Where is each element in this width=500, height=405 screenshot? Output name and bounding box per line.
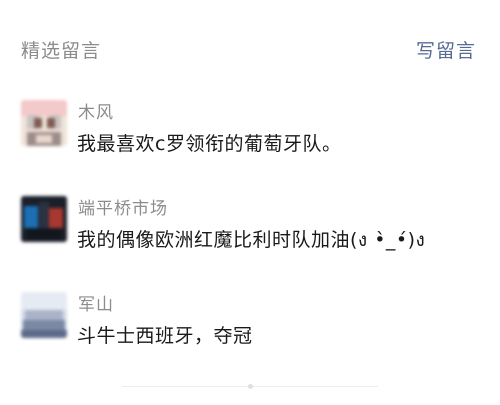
comment-item: 木风 我最喜欢c罗领衔的葡萄牙队。 [0, 100, 500, 180]
avatar[interactable] [21, 100, 67, 146]
comment-item: 军山 斗牛士西班牙，夺冠 [0, 292, 500, 372]
comment-text: 斗牛士西班牙，夺冠 [77, 325, 253, 347]
divider-dot [248, 384, 253, 389]
section-title: 精选留言 [21, 40, 102, 62]
avatar[interactable] [21, 292, 67, 338]
comment-item: 端平桥市场 我的偶像欧洲红魔比利时队加油(ง •̀_•́)ง [0, 196, 500, 276]
comment-author: 端平桥市场 [78, 199, 168, 219]
comment-text: 我的偶像欧洲红魔比利时队加油(ง •̀_•́)ง [77, 229, 426, 251]
write-comment-link[interactable]: 写留言 [416, 36, 476, 63]
comment-author: 军山 [78, 295, 114, 315]
avatar[interactable] [21, 196, 67, 242]
comment-text: 我最喜欢c罗领衔的葡萄牙队。 [77, 133, 342, 155]
comments-header: 精选留言 写留言 [0, 0, 500, 100]
comment-author: 木风 [78, 103, 114, 123]
